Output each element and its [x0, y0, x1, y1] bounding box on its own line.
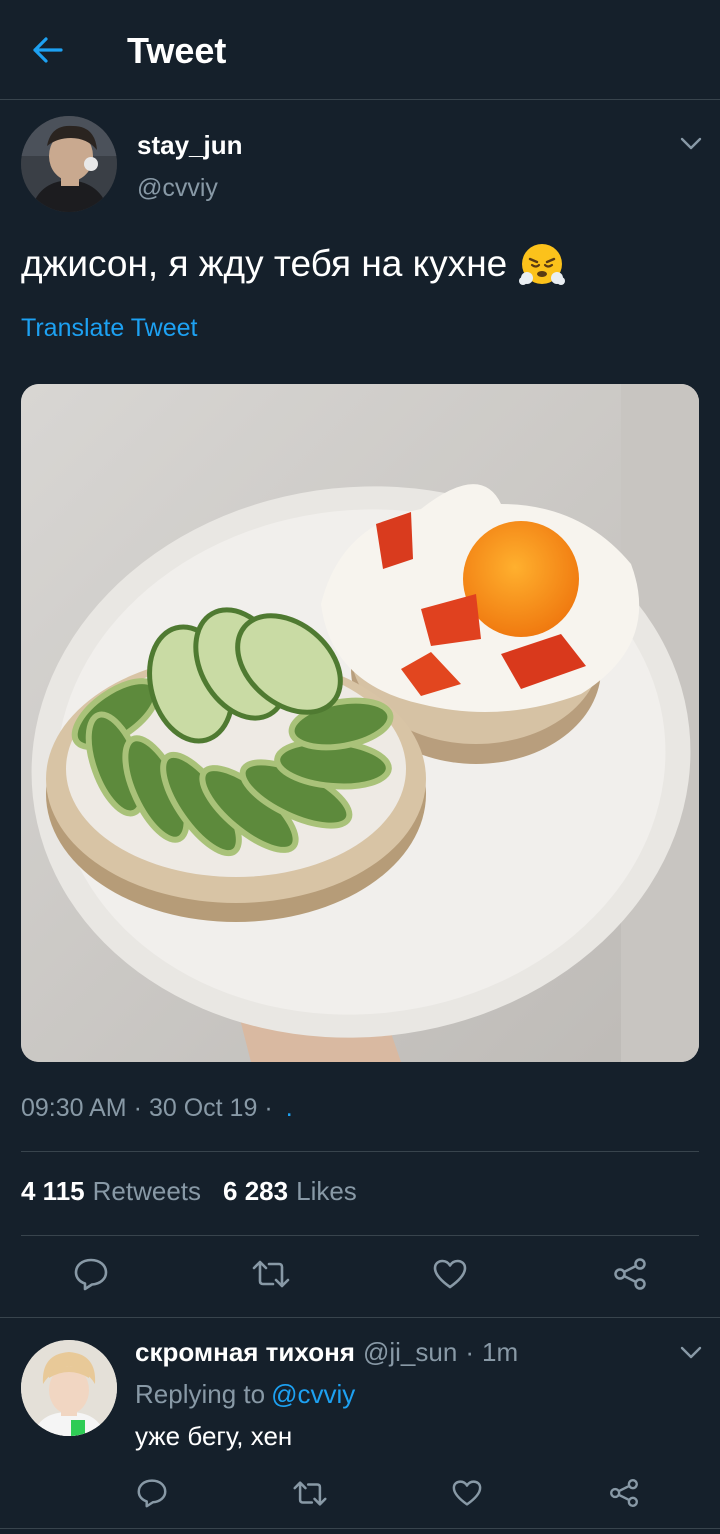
reply-reply-button[interactable] — [130, 1471, 174, 1515]
author-avatar[interactable] — [21, 116, 117, 212]
divider — [21, 1151, 699, 1152]
tweet-text: джисон, я жду тебя на кухне — [21, 240, 701, 288]
timestamp-separator: · — [264, 1094, 273, 1122]
reply-author-handle[interactable]: @ji_sun — [363, 1337, 457, 1368]
author-handle[interactable]: @cvviy — [137, 174, 218, 203]
like-button[interactable] — [428, 1252, 472, 1296]
reply-retweet-button[interactable] — [288, 1471, 332, 1515]
likes-label[interactable]: Likes — [296, 1176, 357, 1207]
divider — [21, 1235, 699, 1236]
top-bar: Tweet — [0, 0, 720, 100]
reply-header: скромная тихоня @ji_sun · 1m — [135, 1337, 518, 1368]
chevron-down-icon — [680, 1346, 702, 1359]
retweets-count[interactable]: 4 115 — [21, 1176, 85, 1207]
face-with-steam-from-nose-icon — [519, 244, 566, 285]
divider — [0, 1317, 720, 1318]
replying-to-prefix: Replying to — [135, 1379, 266, 1409]
page-title: Tweet — [127, 30, 227, 71]
timestamp-separator: · — [133, 1094, 142, 1122]
retweet-icon — [293, 1480, 327, 1506]
like-icon — [433, 1259, 467, 1289]
reply-share-button[interactable] — [602, 1471, 646, 1515]
share-icon — [614, 1258, 646, 1290]
reply-separator: · — [465, 1337, 474, 1367]
tweet-time: 09:30 AM — [21, 1094, 127, 1122]
reply-icon — [137, 1479, 167, 1508]
translate-tweet-link[interactable]: Translate Tweet — [21, 314, 197, 343]
reply-menu-button[interactable] — [677, 1343, 705, 1363]
share-button[interactable] — [608, 1252, 652, 1296]
tweet-menu-button[interactable] — [677, 134, 705, 154]
divider — [0, 1528, 720, 1529]
tweet-source-link[interactable]: . — [286, 1094, 293, 1123]
retweets-label[interactable]: Retweets — [93, 1176, 201, 1207]
reply-author-avatar[interactable] — [21, 1340, 117, 1436]
replying-to-line: Replying to @cvviy — [135, 1379, 355, 1410]
reply-author-name[interactable]: скромная тихоня — [135, 1337, 355, 1368]
likes-count[interactable]: 6 283 — [223, 1176, 288, 1207]
reply-like-button[interactable] — [445, 1471, 489, 1515]
like-icon — [452, 1480, 482, 1506]
tweet-timestamp: 09:30 AM · 30 Oct 19 · . — [21, 1094, 293, 1123]
reply-time: 1m — [481, 1337, 519, 1367]
tweet-text-content: джисон, я жду тебя на кухне — [21, 243, 508, 284]
arrow-left-icon — [33, 37, 63, 63]
replying-to-handle[interactable]: @cvviy — [271, 1379, 355, 1409]
tweet-photo[interactable] — [21, 384, 699, 1062]
back-button[interactable] — [26, 30, 70, 70]
tweet-stats: 4 115 Retweets 6 283 Likes — [21, 1176, 357, 1207]
author-name[interactable]: stay_jun — [137, 130, 243, 161]
retweet-icon — [252, 1260, 290, 1288]
retweet-button[interactable] — [249, 1252, 293, 1296]
reply-text: уже бегу, хен — [135, 1421, 293, 1451]
reply-icon — [74, 1258, 108, 1291]
chevron-down-icon — [680, 137, 702, 150]
share-icon — [610, 1479, 638, 1507]
tweet-date: 30 Oct 19 — [148, 1094, 258, 1122]
reply-button[interactable] — [69, 1252, 113, 1296]
